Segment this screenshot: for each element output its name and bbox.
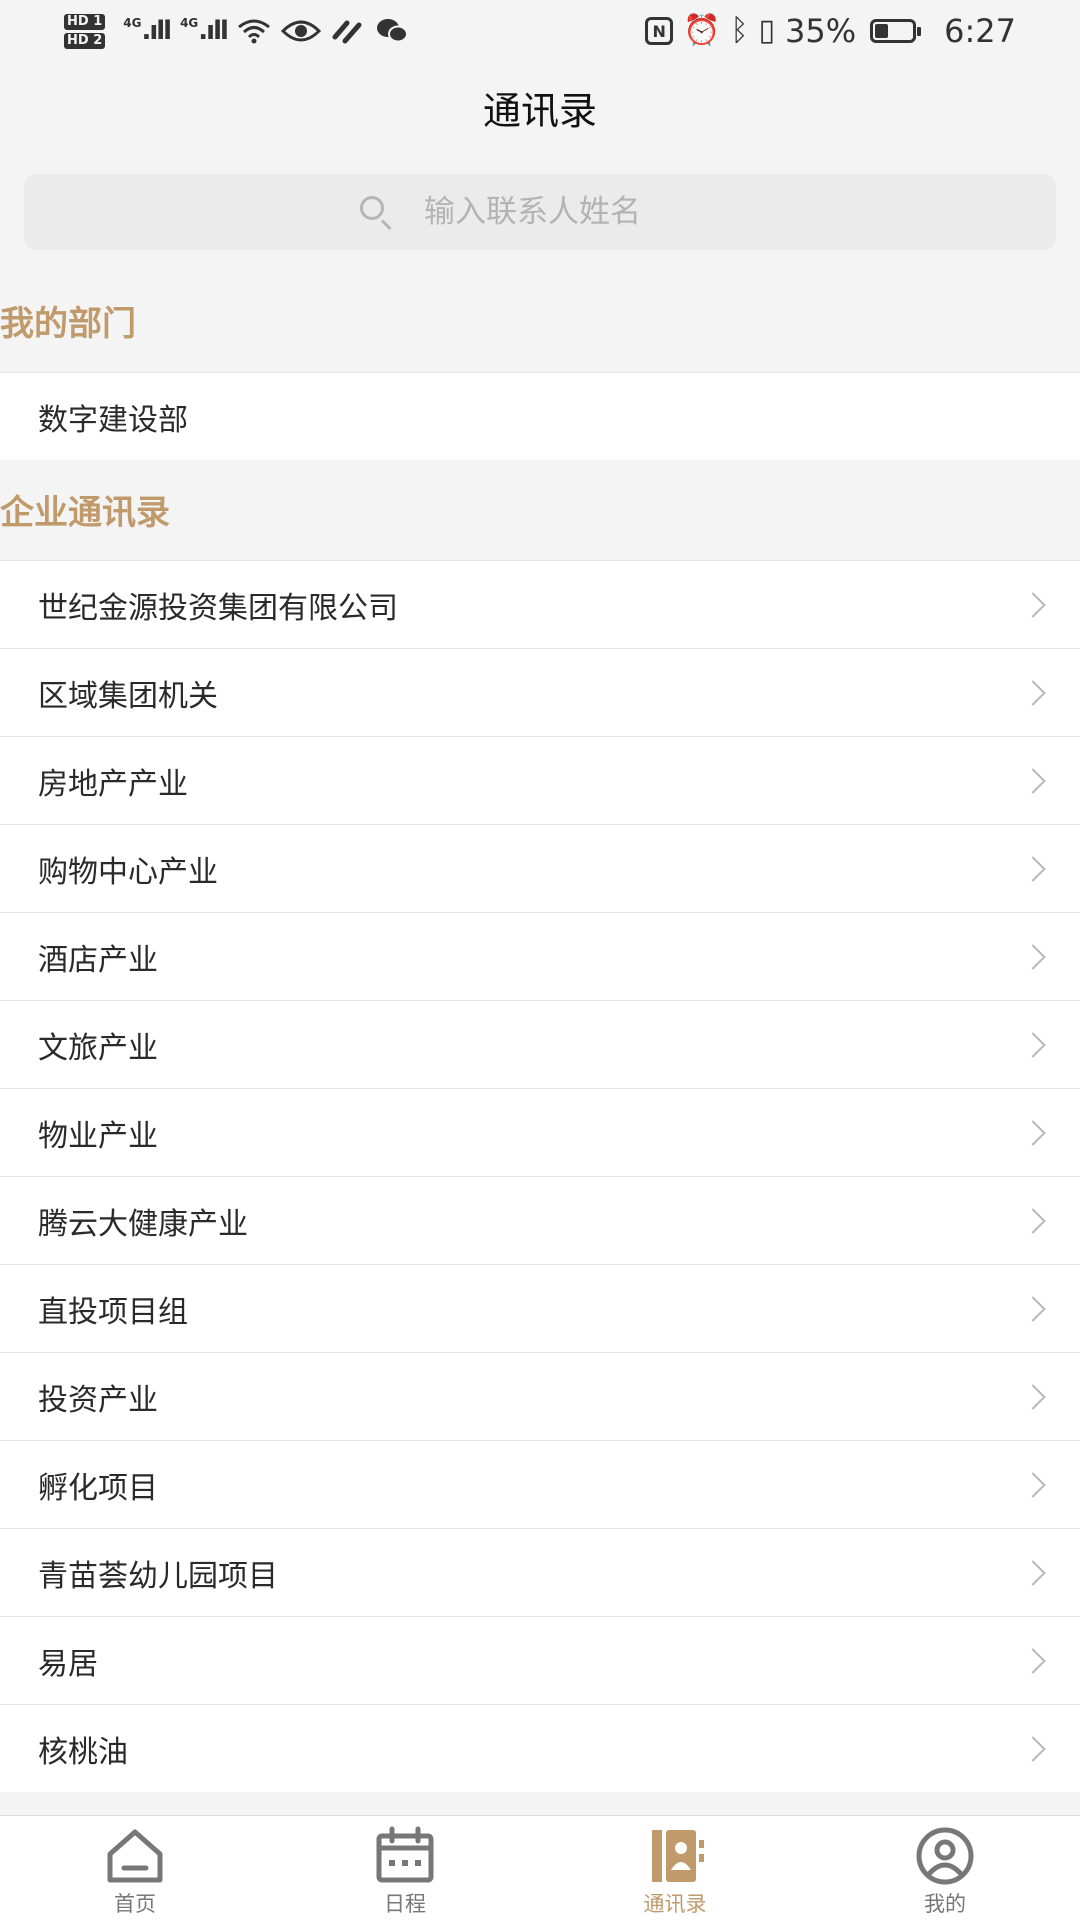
list-item-label: 青苗荟幼儿园项目 — [38, 1558, 278, 1594]
chevron-right-icon — [1020, 1295, 1046, 1322]
list-item[interactable]: 世纪金源投资集团有限公司 — [0, 560, 1080, 648]
chevron-right-icon — [1020, 591, 1046, 618]
my-department-item[interactable]: 数字建设部 — [0, 372, 1080, 460]
chevron-right-icon — [1020, 1735, 1046, 1762]
tab-contacts-label: 通讯录 — [643, 1892, 707, 1916]
battery-icon — [870, 19, 922, 43]
list-item-label: 区域集团机关 — [38, 678, 218, 714]
list-item[interactable]: 核桃油 — [0, 1704, 1080, 1792]
list-item[interactable]: 青苗荟幼儿园项目 — [0, 1528, 1080, 1616]
home-icon — [107, 1829, 163, 1883]
list-item-label: 直投项目组 — [38, 1294, 188, 1330]
status-bar: HD 1 HD 2 4G.ıll 4G.ıll N ⏰ ᛒ ▯ 35% 6:27 — [0, 0, 1080, 62]
page-title: 通讯录 — [482, 88, 597, 133]
chevron-right-icon — [1020, 767, 1046, 794]
enterprise-list: 世纪金源投资集团有限公司 区域集团机关 房地产产业 购物中心产业 酒店产业 文旅… — [0, 560, 1080, 1792]
tab-schedule-label: 日程 — [384, 1892, 426, 1916]
enterprise-directory-header: 企业通讯录 — [0, 492, 170, 533]
link-icon — [332, 20, 362, 44]
list-item-label: 孵化项目 — [38, 1470, 158, 1506]
signal-icon-2: 4G.ıll — [180, 16, 229, 46]
chevron-right-icon — [1020, 679, 1046, 706]
contacts-icon — [652, 1830, 704, 1882]
nfc-icon: N — [645, 17, 674, 45]
status-left: HD 1 HD 2 4G.ıll 4G.ıll — [64, 13, 409, 49]
chevron-right-icon — [1020, 943, 1046, 970]
wechat-icon — [376, 19, 408, 43]
list-item[interactable]: 直投项目组 — [0, 1264, 1080, 1352]
my-department-label: 数字建设部 — [38, 402, 188, 438]
chevron-right-icon — [1020, 1119, 1046, 1146]
list-item[interactable]: 区域集团机关 — [0, 648, 1080, 736]
chevron-right-icon — [1020, 1383, 1046, 1410]
hd2-badge: HD 2 — [64, 32, 106, 49]
signal2-label: 4G — [180, 16, 199, 30]
list-item-label: 购物中心产业 — [38, 854, 218, 890]
list-item[interactable]: 投资产业 — [0, 1352, 1080, 1440]
list-item-label: 房地产产业 — [38, 766, 188, 802]
tab-contacts[interactable]: 通讯录 — [540, 1816, 810, 1920]
list-item-label: 物业产业 — [38, 1118, 158, 1154]
search-icon — [356, 192, 396, 232]
chevron-right-icon — [1020, 1559, 1046, 1586]
eye-icon — [280, 20, 321, 42]
list-item-label: 易居 — [38, 1646, 98, 1682]
list-item-label: 核桃油 — [38, 1734, 128, 1770]
profile-icon — [916, 1827, 974, 1885]
hd-indicators: HD 1 HD 2 — [64, 13, 106, 49]
list-item[interactable]: 孵化项目 — [0, 1440, 1080, 1528]
tab-schedule[interactable]: 日程 — [270, 1816, 540, 1920]
tab-home-label: 首页 — [114, 1892, 156, 1916]
tab-mine-label: 我的 — [924, 1892, 966, 1916]
list-item-label: 投资产业 — [38, 1382, 158, 1418]
list-item-label: 酒店产业 — [38, 942, 158, 978]
bottom-tab-bar: 首页 日程 通讯录 我的 — [0, 1815, 1080, 1920]
signal1-label: 4G — [123, 16, 142, 30]
list-item[interactable]: 腾云大健康产业 — [0, 1176, 1080, 1264]
chevron-right-icon — [1020, 1207, 1046, 1234]
chevron-right-icon — [1020, 1471, 1046, 1498]
search-input[interactable] — [424, 194, 724, 230]
list-item[interactable]: 文旅产业 — [0, 1000, 1080, 1088]
chevron-right-icon — [1020, 1647, 1046, 1674]
contacts-screen: HD 1 HD 2 4G.ıll 4G.ıll N ⏰ ᛒ ▯ 35% 6:27… — [0, 0, 1080, 1920]
calendar-icon — [376, 1826, 434, 1883]
signal-icon-1: 4G.ıll — [123, 16, 172, 46]
tab-home[interactable]: 首页 — [0, 1816, 270, 1920]
list-item[interactable]: 物业产业 — [0, 1088, 1080, 1176]
list-item[interactable]: 房地产产业 — [0, 736, 1080, 824]
clock: 6:27 — [944, 12, 1016, 50]
search-bar[interactable] — [24, 174, 1056, 250]
status-right: N ⏰ ᛒ ▯ 35% 6:27 — [645, 12, 1016, 50]
my-department-header: 我的部门 — [0, 303, 136, 344]
tab-mine[interactable]: 我的 — [810, 1816, 1080, 1920]
alarm-icon: ⏰ — [683, 13, 721, 48]
hd1-badge: HD 1 — [64, 13, 106, 30]
list-item-label: 腾云大健康产业 — [38, 1206, 248, 1242]
list-item[interactable]: 购物中心产业 — [0, 824, 1080, 912]
bluetooth-icon: ᛒ — [730, 13, 749, 48]
wifi-icon — [237, 19, 270, 44]
list-item-label: 世纪金源投资集团有限公司 — [38, 590, 398, 626]
chevron-right-icon — [1020, 1031, 1046, 1058]
battery-percent: 35% — [785, 12, 857, 50]
list-item[interactable]: 酒店产业 — [0, 912, 1080, 1000]
vibrate-icon: ▯ — [758, 13, 776, 48]
chevron-right-icon — [1020, 855, 1046, 882]
list-item[interactable]: 易居 — [0, 1616, 1080, 1704]
list-item-label: 文旅产业 — [38, 1030, 158, 1066]
